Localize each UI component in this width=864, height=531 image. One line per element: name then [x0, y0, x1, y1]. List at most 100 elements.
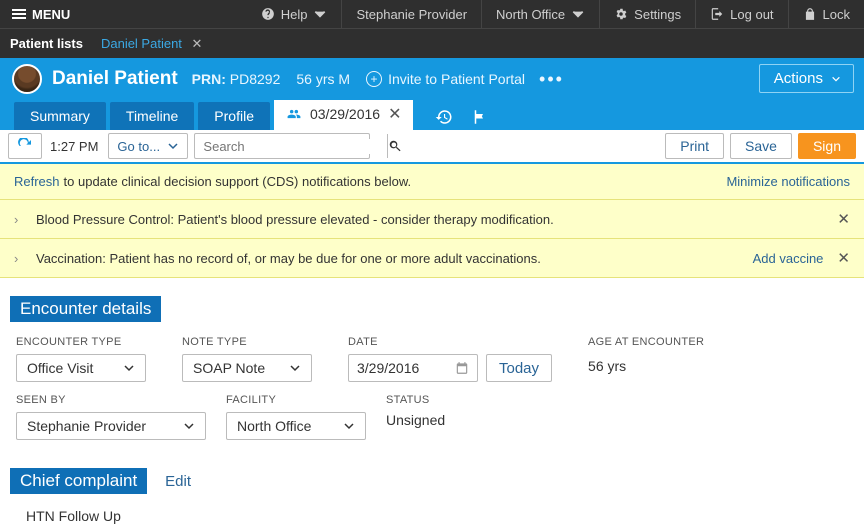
close-tab-button[interactable]: ✕	[192, 36, 203, 51]
cds-refresh-link[interactable]: Refresh	[14, 174, 60, 189]
facility-value: North Office	[237, 418, 311, 434]
cds-banner: Refresh to update clinical decision supp…	[0, 164, 864, 200]
flag-icon[interactable]	[471, 108, 489, 126]
provider-name: Stephanie Provider	[356, 7, 467, 22]
provider-menu[interactable]: Stephanie Provider	[341, 0, 481, 28]
seen-by-label: SEEN BY	[16, 394, 206, 406]
plus-circle-icon: +	[366, 71, 382, 87]
patient-tab-active[interactable]: Daniel Patient	[101, 36, 182, 51]
note-type-select[interactable]: SOAP Note	[182, 354, 312, 382]
add-vaccine-link[interactable]: Add vaccine	[753, 251, 824, 266]
invite-label: Invite to Patient Portal	[388, 71, 525, 87]
status-value: Unsigned	[386, 412, 445, 428]
tab-profile[interactable]: Profile	[198, 102, 270, 130]
help-icon	[261, 7, 275, 21]
patient-age-sex: 56 yrs M	[296, 71, 350, 87]
menu-label: MENU	[32, 7, 70, 22]
close-encounter-tab[interactable]: ✕	[388, 104, 401, 124]
age-at-encounter-value: 56 yrs	[588, 354, 704, 374]
refresh-button[interactable]	[8, 133, 42, 159]
today-button[interactable]: Today	[486, 354, 552, 382]
goto-label: Go to...	[117, 139, 160, 154]
encounter-date-label: 03/29/2016	[310, 106, 380, 122]
patient-more-button[interactable]: •••	[539, 69, 564, 90]
sign-button[interactable]: Sign	[798, 133, 856, 159]
patient-avatar	[12, 64, 42, 94]
chevron-down-icon	[343, 420, 355, 432]
status-label: STATUS	[386, 394, 445, 406]
dismiss-button[interactable]: ✕	[837, 249, 850, 267]
search-button[interactable]	[387, 134, 402, 158]
prn-value: PD8292	[230, 71, 281, 87]
edit-chief-complaint-link[interactable]: Edit	[165, 473, 191, 490]
tab-encounter[interactable]: 03/29/2016 ✕	[274, 98, 413, 130]
chevron-down-icon	[183, 420, 195, 432]
history-icon[interactable]	[435, 108, 453, 126]
facility-select[interactable]: North Office	[226, 412, 366, 440]
chevron-right-icon[interactable]: ›	[14, 251, 24, 266]
time-label: 1:27 PM	[50, 139, 98, 154]
invite-portal-button[interactable]: + Invite to Patient Portal	[366, 71, 525, 87]
minimize-notifications-link[interactable]: Minimize notifications	[726, 174, 850, 189]
search-icon	[388, 139, 402, 153]
refresh-icon	[17, 138, 33, 154]
people-icon	[286, 107, 302, 121]
calendar-icon	[455, 361, 469, 375]
help-menu[interactable]: Help	[247, 0, 342, 28]
note-type-label: NOTE TYPE	[182, 336, 312, 348]
encounter-date-value: 3/29/2016	[357, 360, 419, 376]
hamburger-icon	[12, 9, 26, 19]
date-label: DATE	[348, 336, 552, 348]
logout-label: Log out	[730, 7, 773, 22]
note-type-value: SOAP Note	[193, 360, 265, 376]
search-input[interactable]	[195, 139, 387, 154]
patient-name: Daniel Patient	[52, 68, 178, 90]
cds-refresh-tail: to update clinical decision support (CDS…	[64, 174, 412, 189]
patient-prn: PRN: PD8292	[192, 71, 281, 87]
office-menu[interactable]: North Office	[481, 0, 599, 28]
chevron-right-icon[interactable]: ›	[14, 212, 24, 227]
settings-button[interactable]: Settings	[599, 0, 695, 28]
encounter-type-select[interactable]: Office Visit	[16, 354, 146, 382]
main-menu-button[interactable]: MENU	[0, 0, 82, 28]
lock-button[interactable]: Lock	[788, 0, 864, 28]
encounter-type-value: Office Visit	[27, 360, 93, 376]
logout-button[interactable]: Log out	[695, 0, 787, 28]
tab-summary[interactable]: Summary	[14, 102, 106, 130]
print-button[interactable]: Print	[665, 133, 724, 159]
chevron-down-icon	[123, 362, 135, 374]
settings-label: Settings	[634, 7, 681, 22]
save-button[interactable]: Save	[730, 133, 792, 159]
cds-row-vaccine: › Vaccination: Patient has no record of,…	[0, 239, 864, 278]
actions-label: Actions	[774, 70, 823, 87]
encounter-details-heading: Encounter details	[10, 296, 161, 322]
chevron-down-icon	[313, 7, 327, 21]
encounter-date-input[interactable]: 3/29/2016	[348, 354, 478, 382]
seen-by-select[interactable]: Stephanie Provider	[16, 412, 206, 440]
help-label: Help	[281, 7, 308, 22]
cds-message: Vaccination: Patient has no record of, o…	[36, 251, 753, 266]
chief-complaint-heading: Chief complaint	[10, 468, 147, 494]
chevron-down-icon	[571, 7, 585, 21]
seen-by-value: Stephanie Provider	[27, 418, 146, 434]
lock-label: Lock	[823, 7, 850, 22]
cds-message: Blood Pressure Control: Patient's blood …	[36, 212, 837, 227]
gear-icon	[614, 7, 628, 21]
actions-button[interactable]: Actions	[759, 64, 854, 93]
lock-icon	[803, 7, 817, 21]
facility-label: FACILITY	[226, 394, 366, 406]
chief-complaint-value: HTN Follow Up	[0, 494, 864, 524]
chevron-down-icon	[289, 362, 301, 374]
encounter-type-label: ENCOUNTER TYPE	[16, 336, 146, 348]
dismiss-button[interactable]: ✕	[837, 210, 850, 228]
patient-lists-tab[interactable]: Patient lists	[10, 36, 83, 51]
prn-label: PRN:	[192, 71, 226, 87]
age-at-encounter-label: AGE AT ENCOUNTER	[588, 336, 704, 348]
logout-icon	[710, 7, 724, 21]
cds-row-bp: › Blood Pressure Control: Patient's bloo…	[0, 200, 864, 239]
search-field[interactable]	[194, 133, 370, 159]
goto-dropdown[interactable]: Go to...	[108, 133, 188, 159]
tab-timeline[interactable]: Timeline	[110, 102, 194, 130]
office-name: North Office	[496, 7, 565, 22]
chevron-down-icon	[167, 140, 179, 152]
